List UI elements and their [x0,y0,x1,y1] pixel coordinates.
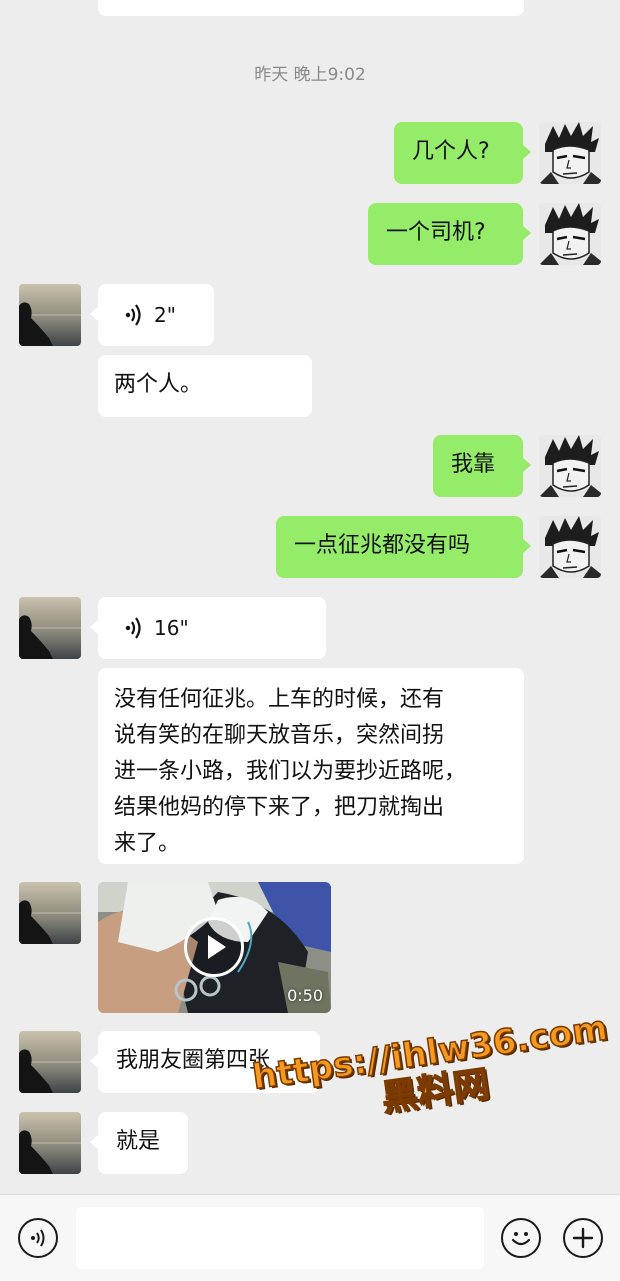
video-message-thumbnail[interactable]: 0:50 [98,882,331,1013]
message-bubble-in[interactable]: 两个人。 [98,355,312,417]
contact-avatar[interactable] [19,597,81,659]
contact-avatar[interactable] [19,882,81,944]
video-duration: 0:50 [287,986,323,1005]
message-text: 我朋友圈第四张 [116,1048,271,1073]
message-text-line: 没有任何征兆。上车的时候，还有 [114,687,445,712]
my-avatar[interactable] [539,203,601,265]
message-text: 几个人? [412,139,490,164]
chat-input-bar [0,1194,620,1281]
sunset-silhouette-avatar-icon [19,882,81,944]
manga-avatar-icon [539,122,601,184]
contact-avatar[interactable] [19,1112,81,1174]
voice-message-bubble[interactable]: 16" [90,597,326,659]
chat-timestamp: 昨天 晚上9:02 [254,65,366,85]
contact-avatar[interactable] [19,284,81,346]
message-bubble-in[interactable]: 就是 [90,1112,188,1174]
plus-icon [572,1227,594,1249]
sunset-silhouette-avatar-icon [19,1031,81,1093]
message-text-line: 结果他妈的停下来了，把刀就掏出 [114,795,445,820]
message-text: 一点征兆都没有吗 [294,533,471,558]
voice-message-bubble[interactable]: 2" [90,284,214,346]
emoji-button[interactable] [501,1218,541,1258]
message-text-line: 进一条小路，我们以为要抄近路呢， [114,759,467,784]
my-avatar[interactable] [539,435,601,497]
message-text-line: 说有笑的在聊天放音乐，突然间拐 [114,723,445,748]
my-avatar[interactable] [539,516,601,578]
message-bubble-out[interactable]: 我靠 [433,435,531,497]
previous-message-bubble[interactable] [98,0,524,16]
manga-avatar-icon [539,516,601,578]
manga-avatar-icon [539,203,601,265]
message-input[interactable] [76,1207,484,1269]
emoji-icon [511,1232,531,1246]
voice-wave-icon [125,617,141,639]
message-bubble-in[interactable]: 没有任何征兆。上车的时候，还有 说有笑的在聊天放音乐，突然间拐 进一条小路，我们… [98,668,524,864]
sunset-silhouette-avatar-icon [19,284,81,346]
voice-wave-icon [125,304,141,326]
my-avatar[interactable] [539,122,601,184]
voice-input-button[interactable] [18,1218,58,1258]
more-options-button[interactable] [563,1218,603,1258]
message-text-line: 来了。 [114,831,181,856]
message-bubble-out[interactable]: 一点征兆都没有吗 [276,516,531,578]
sunset-silhouette-avatar-icon [19,597,81,659]
sunset-silhouette-avatar-icon [19,1112,81,1174]
voice-icon [31,1229,45,1247]
manga-avatar-icon [539,435,601,497]
message-bubble-out[interactable]: 几个人? [394,122,531,184]
message-text: 我靠 [451,452,496,477]
message-text: 两个人。 [114,372,203,397]
play-button[interactable] [184,917,244,977]
message-bubble-out[interactable]: 一个司机? [368,203,531,265]
voice-duration: 16" [154,616,189,640]
contact-avatar[interactable] [19,1031,81,1093]
play-icon [208,935,226,959]
message-text: 就是 [116,1129,161,1154]
voice-duration: 2" [154,303,176,327]
message-text: 一个司机? [386,220,486,245]
